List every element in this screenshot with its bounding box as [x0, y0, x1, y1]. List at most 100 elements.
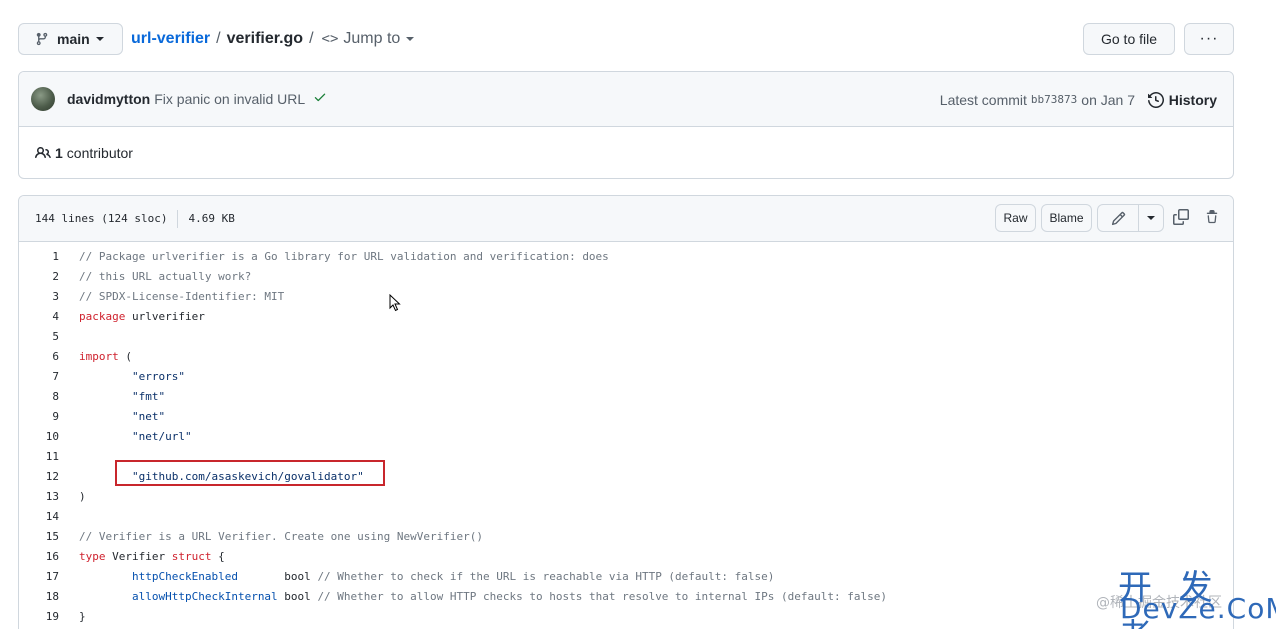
- line-number[interactable]: 18: [19, 590, 59, 603]
- code-line: 4 package urlverifier: [19, 306, 1233, 326]
- file-name: verifier.go: [226, 30, 304, 47]
- code-line: 17 httpCheckEnabled bool // Whether to c…: [19, 566, 1233, 586]
- code-token: allowHttpCheckInternal: [131, 589, 278, 603]
- line-content: package urlverifier: [59, 310, 205, 323]
- file-viewer: 144 lines (124 sloc) 4.69 KB Raw Blame 1…: [18, 195, 1234, 629]
- commit-sha-link[interactable]: bb73873: [1031, 93, 1077, 106]
- line-number[interactable]: 10: [19, 430, 59, 443]
- commit-date: on Jan 7: [1081, 91, 1135, 108]
- breadcrumb-separator: /: [216, 30, 221, 47]
- code-token: // Whether to allow HTTP checks to hosts…: [317, 589, 887, 603]
- line-content: "errors": [59, 370, 185, 383]
- code-token: }: [79, 609, 86, 623]
- avatar[interactable]: [31, 87, 55, 111]
- branch-selector-button[interactable]: main: [18, 23, 123, 55]
- contributor-count: 1: [55, 145, 63, 161]
- code-line: 8 "fmt": [19, 386, 1233, 406]
- jump-to-label: Jump to: [343, 30, 401, 47]
- go-to-file-button[interactable]: Go to file: [1083, 23, 1175, 55]
- repo-link[interactable]: url-verifier: [131, 30, 210, 48]
- code-token: // Package urlverifier is a Go library f…: [79, 249, 609, 263]
- code-token: package: [79, 309, 126, 323]
- trash-icon[interactable]: [1205, 209, 1219, 228]
- line-number[interactable]: 15: [19, 530, 59, 543]
- line-content: // this URL actually work?: [59, 270, 251, 283]
- history-label: History: [1168, 91, 1217, 108]
- line-number[interactable]: 5: [19, 330, 59, 343]
- contributors-row[interactable]: 1 contributor: [19, 127, 1233, 178]
- line-number[interactable]: 7: [19, 370, 59, 383]
- line-number[interactable]: 1: [19, 250, 59, 263]
- code-line: 7 "errors": [19, 366, 1233, 386]
- chevron-down-icon: [406, 37, 415, 41]
- edit-button-group: [1097, 204, 1164, 232]
- code-line: 15 // Verifier is a URL Verifier. Create …: [19, 526, 1233, 546]
- code-token: httpCheckEnabled: [131, 569, 238, 583]
- code-line: 6 import (: [19, 346, 1233, 366]
- code-view: 1 // Package urlverifier is a Go library …: [19, 242, 1233, 629]
- commit-author-link[interactable]: davidmytton: [67, 91, 150, 107]
- commit-message-link[interactable]: Fix panic on invalid URL: [154, 91, 305, 107]
- copy-icon[interactable]: [1173, 209, 1189, 228]
- line-number[interactable]: 2: [19, 270, 59, 283]
- latest-commit-row: davidmytton Fix panic on invalid URL Lat…: [19, 72, 1233, 127]
- line-content: // Package urlverifier is a Go library f…: [59, 250, 609, 263]
- line-number[interactable]: 4: [19, 310, 59, 323]
- line-number[interactable]: 16: [19, 550, 59, 563]
- line-number[interactable]: 11: [19, 450, 59, 463]
- code-line: 18 allowHttpCheckInternal bool // Whethe…: [19, 586, 1233, 606]
- jump-to-menu[interactable]: <> Jump to: [322, 30, 415, 48]
- line-number[interactable]: 3: [19, 290, 59, 303]
- line-content: "github.com/asaskevich/govalidator": [59, 470, 364, 483]
- code-line: 14: [19, 506, 1233, 526]
- line-content: // SPDX-License-Identifier: MIT: [59, 290, 284, 303]
- line-content: import (: [59, 350, 132, 363]
- code-token: "fmt": [131, 389, 166, 403]
- code-token: Verifier: [105, 549, 172, 563]
- file-navigation-bar: main url-verifier / verifier.go / <> Jum…: [18, 23, 1234, 55]
- code-line: 3 // SPDX-License-Identifier: MIT: [19, 286, 1233, 306]
- line-content: "fmt": [59, 390, 165, 403]
- raw-button[interactable]: Raw: [995, 204, 1036, 232]
- line-number[interactable]: 6: [19, 350, 59, 363]
- code-token: "net": [131, 409, 166, 423]
- breadcrumb: url-verifier / verifier.go / <> Jump to: [131, 23, 415, 55]
- line-number[interactable]: 14: [19, 510, 59, 523]
- code-token: ): [79, 489, 86, 503]
- latest-commit-info: Latest commit bb73873 on Jan 7: [940, 72, 1135, 127]
- edit-dropdown-button[interactable]: [1139, 205, 1163, 231]
- check-icon[interactable]: [313, 90, 327, 108]
- code-token: "errors": [131, 369, 185, 383]
- more-options-button[interactable]: ···: [1184, 23, 1234, 55]
- edit-file-button[interactable]: [1098, 205, 1139, 231]
- file-size: 4.69 KB: [188, 212, 235, 225]
- line-content: allowHttpCheckInternal bool // Whether t…: [59, 590, 887, 603]
- line-number[interactable]: 8: [19, 390, 59, 403]
- line-number[interactable]: 9: [19, 410, 59, 423]
- branch-name: main: [57, 31, 90, 47]
- line-number[interactable]: 17: [19, 570, 59, 583]
- git-branch-icon: [36, 32, 48, 46]
- code-token: // Whether to check if the URL is reacha…: [317, 569, 775, 583]
- line-number[interactable]: 12: [19, 470, 59, 483]
- history-button[interactable]: History: [1147, 72, 1217, 127]
- line-number[interactable]: 13: [19, 490, 59, 503]
- code-line: 5: [19, 326, 1233, 346]
- code-line: 19}: [19, 606, 1233, 626]
- contributor-label: contributor: [66, 145, 133, 161]
- latest-commit-label: Latest commit: [939, 91, 1027, 108]
- blame-button[interactable]: Blame: [1041, 204, 1092, 232]
- people-icon: [35, 146, 51, 159]
- code-token: bool: [277, 589, 318, 603]
- code-token: // SPDX-License-Identifier: MIT: [79, 289, 285, 303]
- code-token: struct: [171, 549, 212, 563]
- file-line-count: 144 lines (124 sloc): [35, 212, 168, 225]
- line-content: }: [59, 610, 86, 623]
- divider: [177, 209, 179, 228]
- line-number[interactable]: 19: [19, 610, 59, 623]
- code-token: bool: [237, 569, 318, 583]
- code-token: // this URL actually work?: [79, 269, 252, 283]
- code-token: "net/url": [131, 429, 192, 443]
- line-content: ): [59, 490, 86, 503]
